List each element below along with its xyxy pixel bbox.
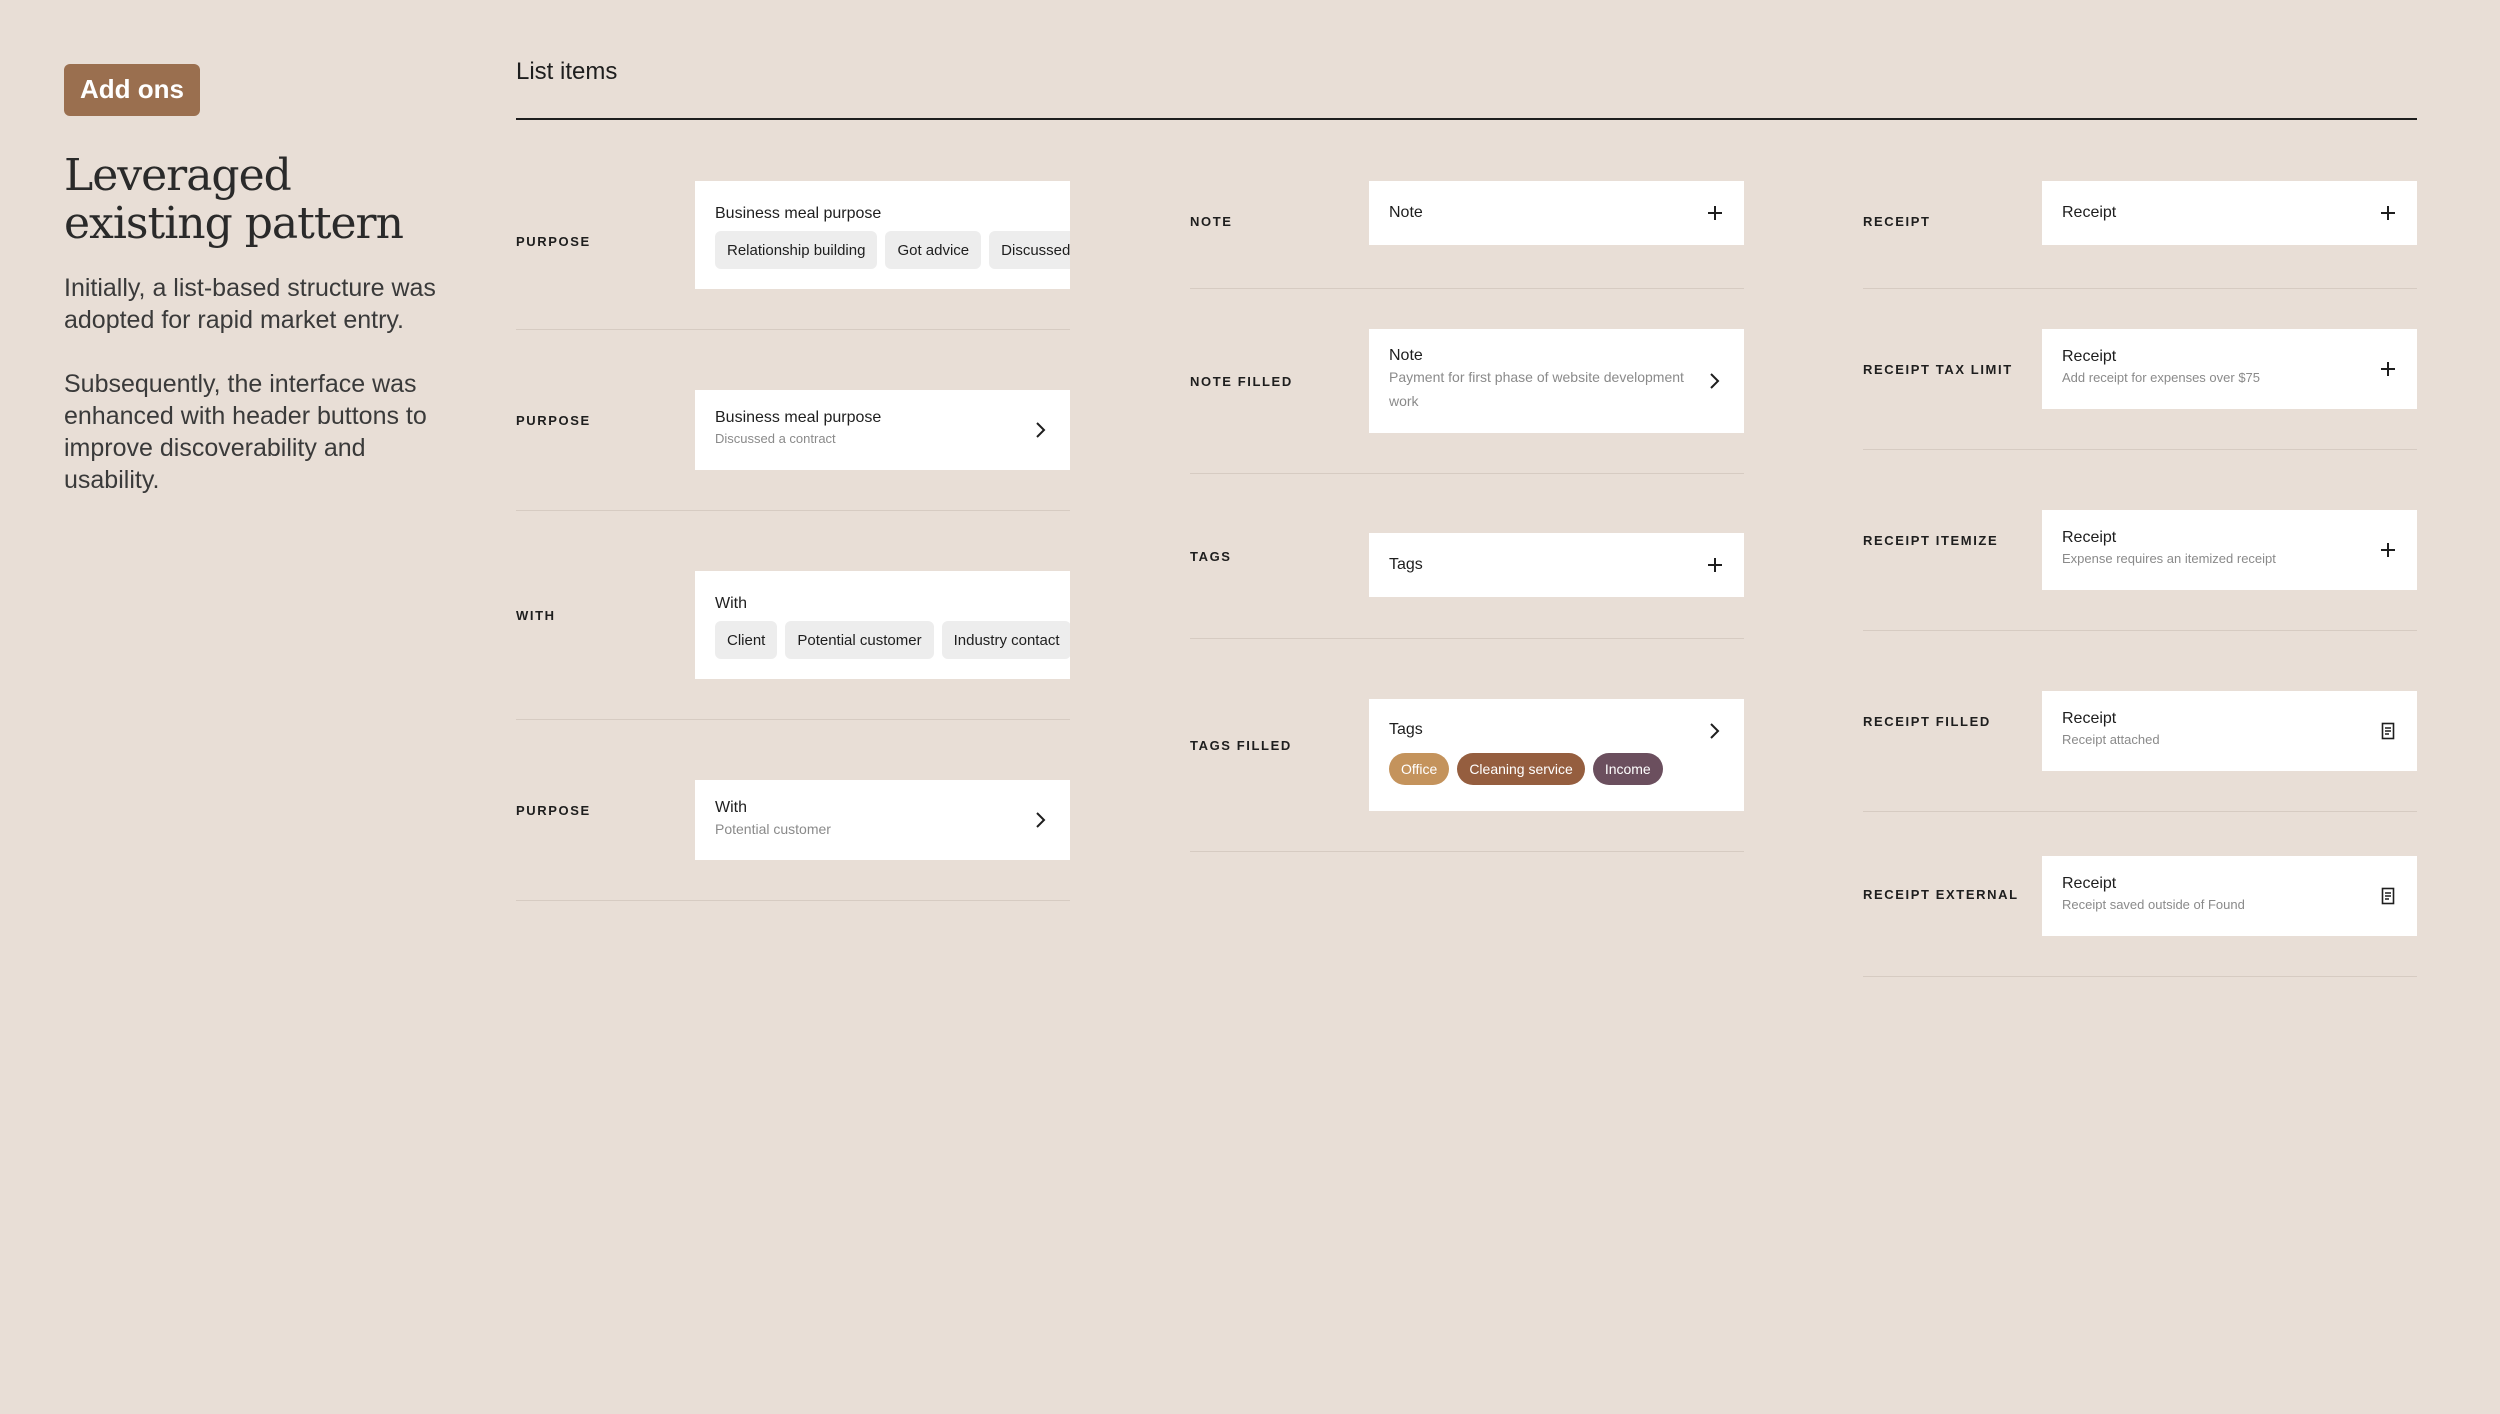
list-row: PURPOSE Business meal purpose Relationsh… <box>516 154 1070 330</box>
receipt-tax-limit-card[interactable]: Receipt Add receipt for expenses over $7… <box>2042 329 2417 409</box>
add-ons-badge: Add ons <box>64 64 200 116</box>
card-title: With <box>715 799 747 816</box>
list-row: NOTE Note <box>1190 154 1744 289</box>
chevron-right-icon[interactable] <box>1030 419 1052 441</box>
purpose-filled-card[interactable]: Business meal purpose Discussed a contra… <box>695 390 1070 470</box>
chevron-right-icon[interactable] <box>1704 370 1726 392</box>
receipt-external-card[interactable]: Receipt Receipt saved outside of Found <box>2042 856 2417 936</box>
chevron-right-icon[interactable] <box>1704 720 1726 742</box>
list-row: RECEIPT ITEMIZE Receipt Expense requires… <box>1863 450 2417 631</box>
column-receipt: RECEIPT Receipt RECEIPT TAX LIMIT Receip… <box>1863 154 2417 977</box>
card-title: Receipt <box>2062 204 2117 221</box>
row-label: NOTE FILLED <box>1190 373 1293 389</box>
tag-row: Office Cleaning service Income <box>1389 753 1724 785</box>
row-label: TAGS FILLED <box>1190 737 1292 753</box>
card-title: Receipt <box>2062 875 2117 892</box>
intro-paragraph-1: Initially, a list-based structure was ad… <box>64 274 436 334</box>
row-label: PURPOSE <box>516 802 591 818</box>
row-label: RECEIPT EXTERNAL <box>1863 886 2019 902</box>
list-row: TAGS FILLED Tags Office Cleaning service… <box>1190 639 1744 852</box>
intro-paragraph-2: Subsequently, the interface was enhanced… <box>64 370 427 494</box>
list-row: PURPOSE With Potential customer <box>516 720 1070 901</box>
intro-panel: Add ons Leveraged existing pattern Initi… <box>64 64 464 528</box>
with-filled-card[interactable]: With Potential customer <box>695 780 1070 860</box>
chip-row: Relationship building Got advice Discuss… <box>715 231 1070 269</box>
with-chip-card[interactable]: With Client Potential customer Industry … <box>695 571 1070 679</box>
row-label: PURPOSE <box>516 234 591 249</box>
tag-income[interactable]: Income <box>1592 753 1663 785</box>
plus-icon[interactable] <box>2377 202 2399 224</box>
row-label: RECEIPT ITEMIZE <box>1863 532 1999 548</box>
chip-client[interactable]: Client <box>715 621 778 659</box>
card-title: Business meal purpose <box>715 409 882 426</box>
tag-cleaning-service[interactable]: Cleaning service <box>1457 753 1585 785</box>
card-subtitle: Potential customer <box>715 821 831 837</box>
list-row: RECEIPT Receipt <box>1863 154 2417 289</box>
card-title: Receipt <box>2062 348 2117 365</box>
chip-row: Client Potential customer Industry conta… <box>715 621 1070 659</box>
list-row: RECEIPT EXTERNAL Receipt Receipt saved o… <box>1863 812 2417 977</box>
card-title: Tags <box>1389 556 1423 573</box>
card-subtitle: Discussed a contract <box>715 431 836 446</box>
note-card[interactable]: Note <box>1369 181 1744 245</box>
note-filled-card[interactable]: Note Payment for first phase of website … <box>1369 329 1744 433</box>
card-subtitle: Add receipt for expenses over $75 <box>2062 370 2261 385</box>
row-label: NOTE <box>1190 213 1233 229</box>
list-row: PURPOSE Business meal purpose Discussed … <box>516 330 1070 511</box>
section-title: List items <box>516 58 618 85</box>
chip-discussed-contract[interactable]: Discussed a contract <box>989 231 1070 269</box>
chip-potential-customer[interactable]: Potential customer <box>785 621 934 659</box>
list-row: RECEIPT FILLED Receipt Receipt attached <box>1863 631 2417 812</box>
row-label: RECEIPT <box>1863 213 1931 229</box>
list-row: NOTE FILLED Note Payment for first phase… <box>1190 289 1744 474</box>
headline: Leveraged existing pattern <box>64 150 404 249</box>
card-title: Note <box>1389 204 1423 221</box>
section-divider <box>516 118 2417 120</box>
chevron-right-icon[interactable] <box>1030 809 1052 831</box>
column-purpose: PURPOSE Business meal purpose Relationsh… <box>516 154 1070 901</box>
receipt-itemize-card[interactable]: Receipt Expense requires an itemized rec… <box>2042 510 2417 590</box>
card-title: With <box>715 595 747 612</box>
chip-relationship-building[interactable]: Relationship building <box>715 231 878 269</box>
tags-card[interactable]: Tags <box>1369 533 1744 597</box>
receipt-filled-card[interactable]: Receipt Receipt attached <box>2042 691 2417 771</box>
tags-filled-card[interactable]: Tags Office Cleaning service Income <box>1369 699 1744 811</box>
row-label: WITH <box>516 607 556 623</box>
list-row: TAGS Tags <box>1190 474 1744 639</box>
card-title: Receipt <box>2062 529 2117 546</box>
card-title: Note <box>1389 347 1423 364</box>
plus-icon[interactable] <box>2377 539 2399 561</box>
plus-icon[interactable] <box>2377 358 2399 380</box>
chip-industry-contact[interactable]: Industry contact <box>941 621 1070 659</box>
row-label: TAGS <box>1190 548 1232 564</box>
list-row: RECEIPT TAX LIMIT Receipt Add receipt fo… <box>1863 289 2417 450</box>
card-subtitle: Expense requires an itemized receipt <box>2062 551 2276 566</box>
plus-icon[interactable] <box>1704 554 1726 576</box>
plus-icon[interactable] <box>1704 202 1726 224</box>
receipt-card[interactable]: Receipt <box>2042 181 2417 245</box>
tag-office[interactable]: Office <box>1389 753 1450 785</box>
row-label: RECEIPT TAX LIMIT <box>1863 361 2013 377</box>
chip-got-advice[interactable]: Got advice <box>885 231 982 269</box>
receipt-icon[interactable] <box>2377 885 2399 907</box>
card-title: Tags <box>1389 721 1423 738</box>
card-subtitle: Receipt saved outside of Found <box>2062 897 2245 912</box>
card-subtitle: Receipt attached <box>2062 732 2160 747</box>
receipt-icon[interactable] <box>2377 720 2399 742</box>
card-subtitle: Payment for first phase of website devel… <box>1389 369 1684 409</box>
purpose-chip-card[interactable]: Business meal purpose Relationship build… <box>695 181 1070 289</box>
column-note-tags: NOTE Note NOTE FILLED Note Payment for f… <box>1190 154 1744 852</box>
row-label: PURPOSE <box>516 412 591 428</box>
row-label: RECEIPT FILLED <box>1863 713 1991 729</box>
card-title: Business meal purpose <box>715 205 882 222</box>
list-row: WITH With Client Potential customer Indu… <box>516 511 1070 720</box>
card-title: Receipt <box>2062 710 2117 727</box>
